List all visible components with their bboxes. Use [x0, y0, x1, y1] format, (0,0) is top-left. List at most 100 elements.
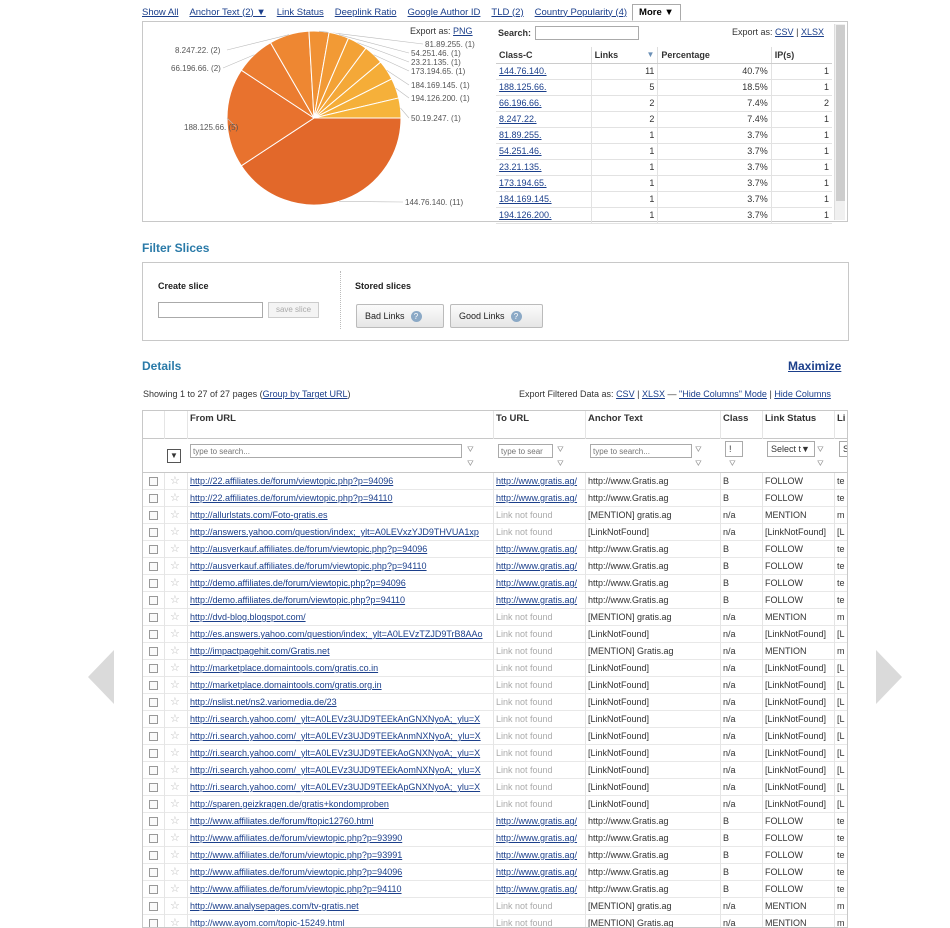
tab-tld[interactable]: TLD (2)	[491, 7, 523, 18]
star-icon[interactable]: ☆	[170, 694, 180, 710]
from-url-filter[interactable]	[190, 444, 462, 458]
hide-columns-mode-link[interactable]: "Hide Columns" Mode	[679, 389, 767, 399]
class-c-link[interactable]: 188.125.66.	[499, 82, 547, 92]
from-url-cell[interactable]: http://www.ayom.com/topic-15249.html	[188, 915, 494, 927]
star-icon[interactable]: ☆	[170, 830, 180, 846]
row-checkbox[interactable]	[149, 545, 158, 554]
from-url-cell[interactable]: http://ri.search.yahoo.com/_ylt=A0LEVz3U…	[188, 745, 494, 762]
from-url-cell[interactable]: http://es.answers.yahoo.com/question/ind…	[188, 626, 494, 643]
star-icon[interactable]: ☆	[170, 711, 180, 727]
star-icon[interactable]: ☆	[170, 864, 180, 880]
from-url-cell[interactable]: http://demo.affiliates.de/forum/viewtopi…	[188, 575, 494, 592]
class-c-link[interactable]: 194.126.200.	[499, 210, 552, 220]
row-checkbox[interactable]	[149, 698, 158, 707]
tab-deeplink-ratio[interactable]: Deeplink Ratio	[335, 7, 397, 18]
filter-icon[interactable]: ⛛	[729, 459, 740, 469]
row-checkbox[interactable]	[149, 562, 158, 571]
anchor-text-filter[interactable]	[590, 444, 692, 458]
col-link-status[interactable]: Link Status	[763, 411, 835, 439]
to-url-cell[interactable]: http://www.gratis.ag/	[494, 830, 586, 847]
star-icon[interactable]: ☆	[170, 626, 180, 642]
class-c-link[interactable]: 184.169.145.	[499, 194, 552, 204]
col-percentage[interactable]: Percentage	[657, 47, 772, 64]
link-status-filter-select[interactable]: Select t▼	[767, 441, 815, 457]
filter-icon[interactable]: ⛛	[817, 445, 828, 455]
star-icon[interactable]: ☆	[170, 558, 180, 574]
star-icon[interactable]: ☆	[170, 660, 180, 676]
star-icon[interactable]: ☆	[170, 575, 180, 591]
row-checkbox[interactable]	[149, 834, 158, 843]
from-url-cell[interactable]: http://www.affiliates.de/forum/viewtopic…	[188, 864, 494, 881]
from-url-cell[interactable]: http://ri.search.yahoo.com/_ylt=A0LEVz3U…	[188, 779, 494, 796]
row-options-dropdown[interactable]: ▼	[167, 449, 181, 463]
help-icon[interactable]: ?	[510, 310, 522, 322]
from-url-cell[interactable]: http://www.affiliates.de/forum/viewtopic…	[188, 881, 494, 898]
row-checkbox[interactable]	[149, 630, 158, 639]
from-url-cell[interactable]: http://dvd-blog.blogspot.com/	[188, 609, 494, 626]
tab-country-popularity[interactable]: Country Popularity (4)	[535, 7, 627, 18]
col-class-c[interactable]: Class-C	[496, 47, 592, 64]
star-icon[interactable]: ☆	[170, 507, 180, 523]
from-url-cell[interactable]: http://ri.search.yahoo.com/_ylt=A0LEVz3U…	[188, 728, 494, 745]
from-url-cell[interactable]: http://allurlstats.com/Foto-gratis.es	[188, 507, 494, 524]
tab-more[interactable]: More ▼	[632, 3, 681, 21]
stored-slice-good-links[interactable]: Good Links ?	[450, 304, 543, 328]
class-c-link[interactable]: 54.251.46.	[499, 146, 542, 156]
group-by-target-link[interactable]: Group by Target URL	[263, 389, 348, 399]
filter-icon[interactable]: ⛛	[695, 445, 706, 455]
class-filter-select[interactable]: !	[725, 441, 743, 457]
star-icon[interactable]: ☆	[170, 881, 180, 897]
from-url-cell[interactable]: http://www.analysepages.com/tv-gratis.ne…	[188, 898, 494, 915]
star-icon[interactable]: ☆	[170, 524, 180, 540]
row-checkbox[interactable]	[149, 477, 158, 486]
star-icon[interactable]: ☆	[170, 592, 180, 608]
row-checkbox[interactable]	[149, 715, 158, 724]
tab-anchor-text[interactable]: Anchor Text (2) ▼	[189, 7, 265, 18]
from-url-cell[interactable]: http://ausverkauf.affiliates.de/forum/vi…	[188, 541, 494, 558]
prev-arrow[interactable]	[88, 650, 114, 704]
to-url-cell[interactable]: http://www.gratis.ag/	[494, 575, 586, 592]
row-checkbox[interactable]	[149, 783, 158, 792]
stored-slice-bad-links[interactable]: Bad Links ?	[356, 304, 444, 328]
col-to-url[interactable]: To URL	[494, 411, 586, 439]
class-c-link[interactable]: 144.76.140.	[499, 66, 547, 76]
from-url-cell[interactable]: http://www.affiliates.de/forum/viewtopic…	[188, 847, 494, 864]
row-checkbox[interactable]	[149, 749, 158, 758]
star-icon[interactable]: ☆	[170, 473, 180, 489]
star-icon[interactable]: ☆	[170, 813, 180, 829]
maximize-link[interactable]: Maximize	[788, 359, 841, 373]
star-icon[interactable]: ☆	[170, 847, 180, 863]
from-url-cell[interactable]: http://22.affiliates.de/forum/viewtopic.…	[188, 473, 494, 490]
row-checkbox[interactable]	[149, 868, 158, 877]
star-icon[interactable]: ☆	[170, 796, 180, 812]
from-url-cell[interactable]: http://marketplace.domaintools.com/grati…	[188, 677, 494, 694]
tab-link-status[interactable]: Link Status	[277, 7, 324, 18]
to-url-cell[interactable]: http://www.gratis.ag/	[494, 847, 586, 864]
row-checkbox[interactable]	[149, 766, 158, 775]
star-icon[interactable]: ☆	[170, 728, 180, 744]
star-icon[interactable]: ☆	[170, 762, 180, 778]
to-url-cell[interactable]: http://www.gratis.ag/	[494, 558, 586, 575]
row-checkbox[interactable]	[149, 494, 158, 503]
export-xlsx-link[interactable]: XLSX	[801, 27, 824, 37]
class-c-link[interactable]: 81.89.255.	[499, 130, 542, 140]
from-url-cell[interactable]: http://ri.search.yahoo.com/_ylt=A0LEVz3U…	[188, 711, 494, 728]
class-c-link[interactable]: 173.194.65.	[499, 178, 547, 188]
clear-filter-icon[interactable]: ⛛	[817, 459, 828, 469]
from-url-cell[interactable]: http://nslist.net/ns2.variomedia.de/23	[188, 694, 494, 711]
to-url-cell[interactable]: http://www.gratis.ag/	[494, 881, 586, 898]
next-arrow[interactable]	[876, 650, 902, 704]
row-checkbox[interactable]	[149, 885, 158, 894]
to-url-cell[interactable]: http://www.gratis.ag/	[494, 473, 586, 490]
filter-icon[interactable]: ⛛	[557, 445, 568, 455]
row-checkbox[interactable]	[149, 817, 158, 826]
class-c-link[interactable]: 23.21.135.	[499, 162, 542, 172]
slice-name-input[interactable]	[158, 302, 263, 318]
row-checkbox[interactable]	[149, 800, 158, 809]
from-url-cell[interactable]: http://22.affiliates.de/forum/viewtopic.…	[188, 490, 494, 507]
export-filtered-xlsx[interactable]: XLSX	[642, 389, 665, 399]
row-checkbox[interactable]	[149, 681, 158, 690]
to-url-cell[interactable]: http://www.gratis.ag/	[494, 864, 586, 881]
export-filtered-csv[interactable]: CSV	[616, 389, 635, 399]
row-checkbox[interactable]	[149, 647, 158, 656]
